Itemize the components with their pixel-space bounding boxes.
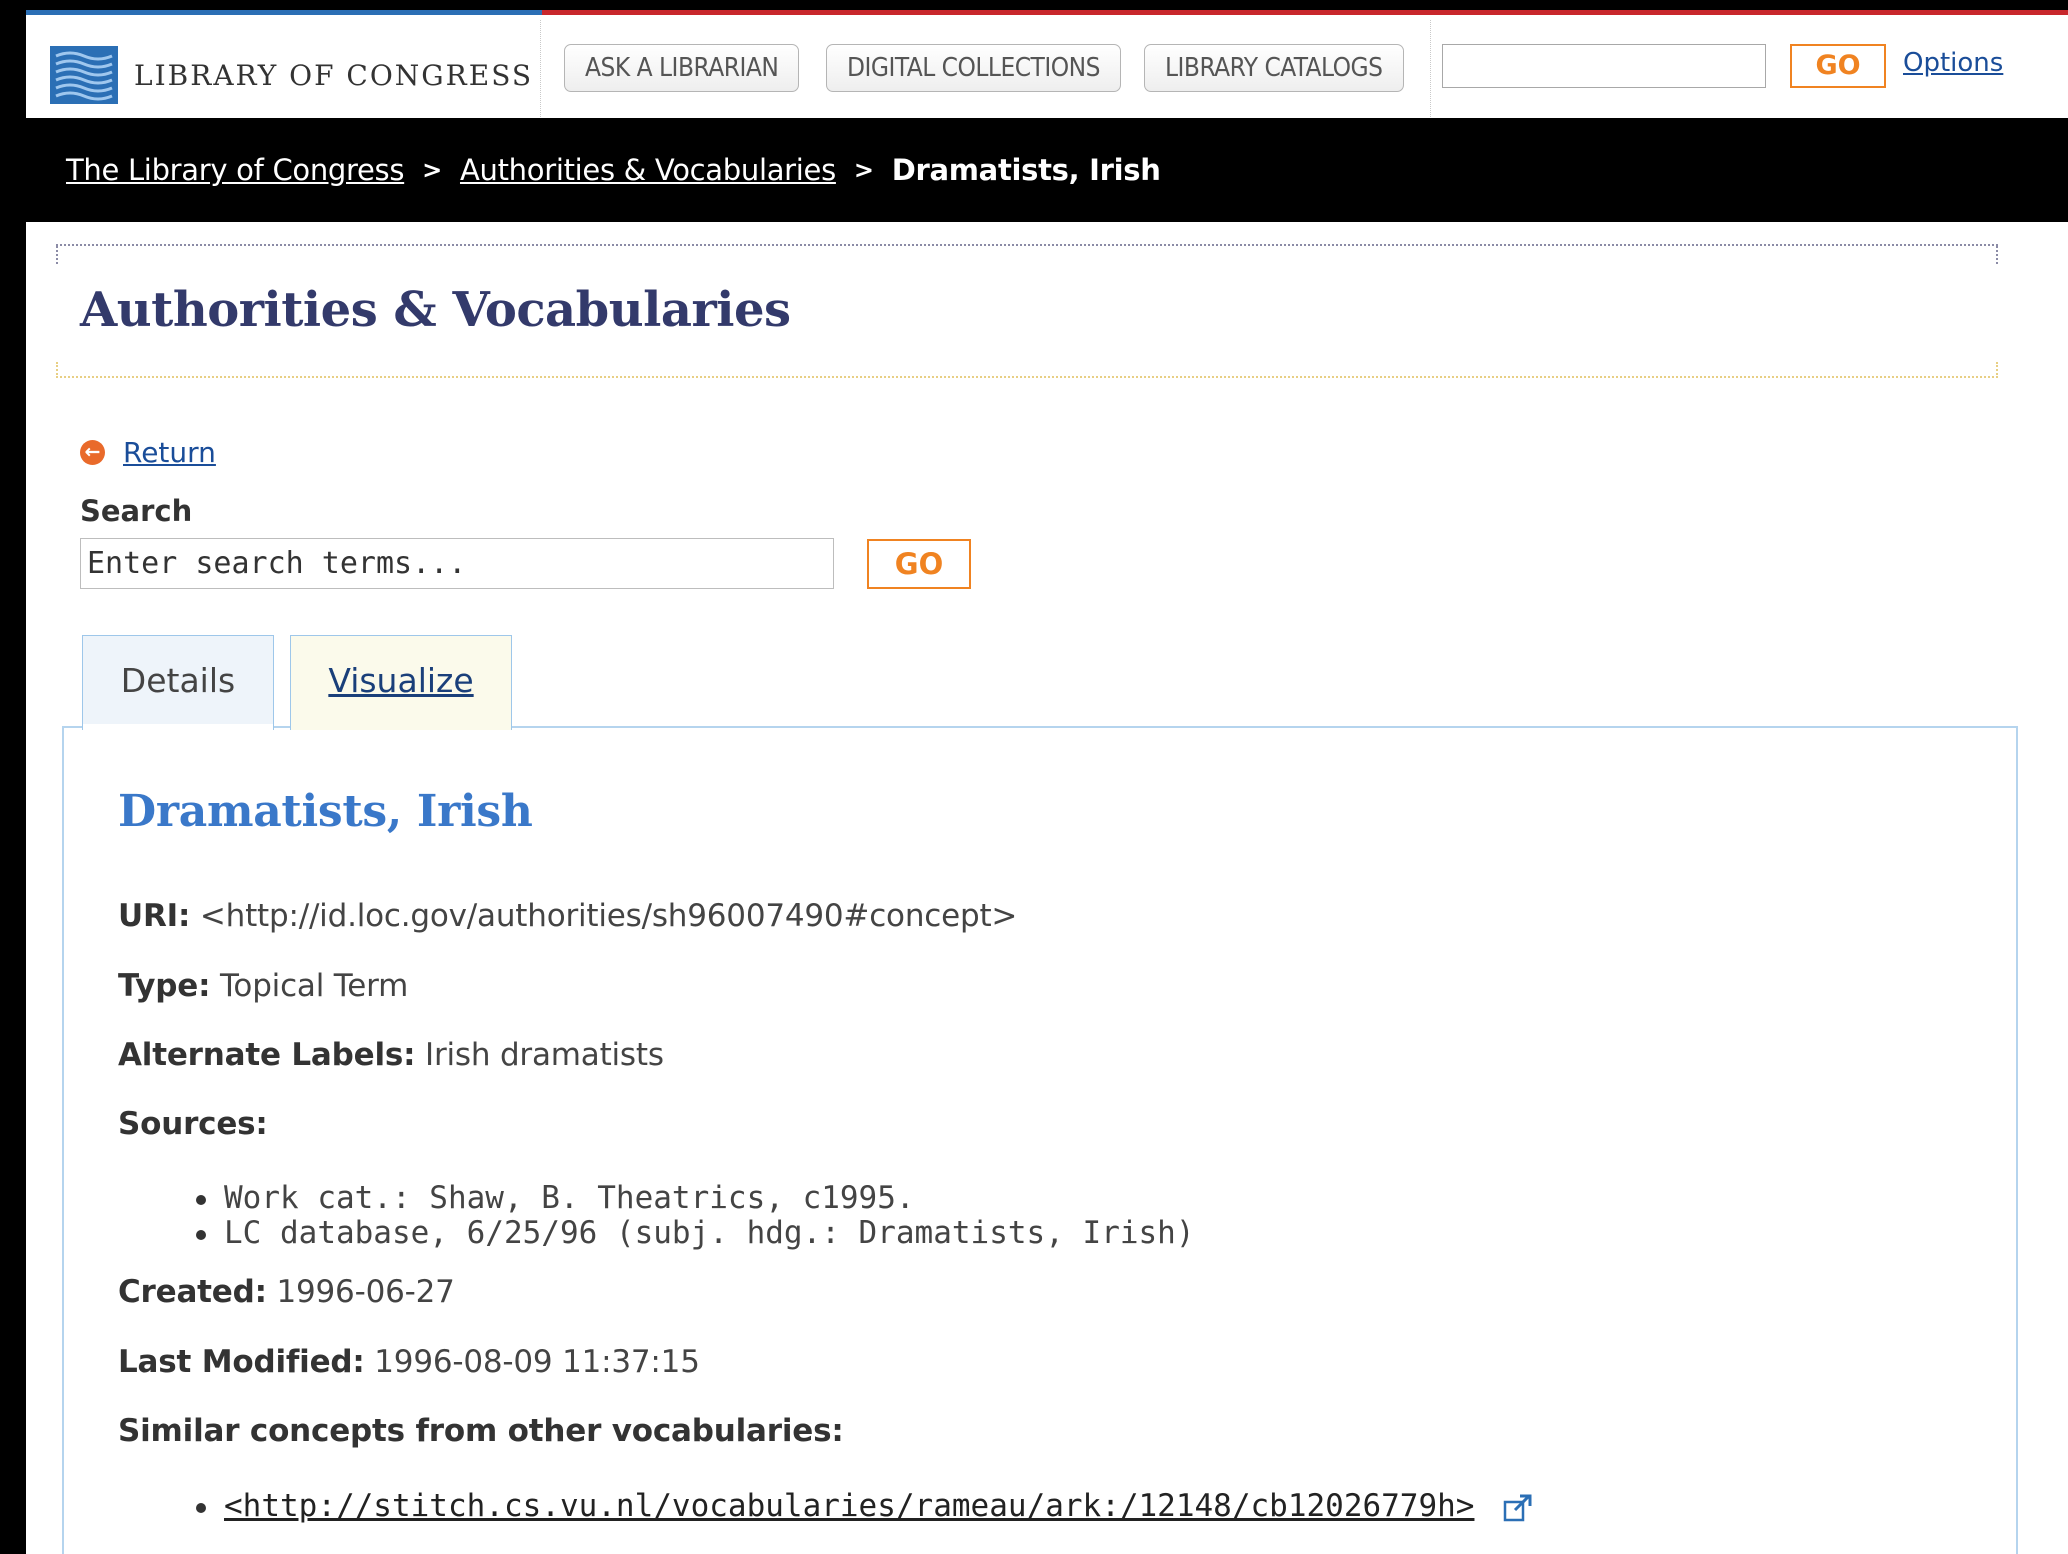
similar-concept-link[interactable]: <http://stitch.cs.vu.nl/vocabularies/ram…: [224, 1488, 1474, 1524]
search-options-link[interactable]: Options: [1903, 48, 2003, 78]
breadcrumb-current: Dramatists, Irish: [891, 153, 1161, 187]
alternate-labels-field: Alternate Labels: Irish dramatists: [118, 1037, 664, 1073]
loc-logo[interactable]: LIBRARY OF CONGRESS: [50, 45, 533, 105]
header-divider: [1430, 20, 1431, 123]
digital-collections-button[interactable]: DIGITAL COLLECTIONS: [826, 44, 1121, 92]
breadcrumb-authorities-link[interactable]: Authorities & Vocabularies: [460, 153, 836, 187]
breadcrumb-home-link[interactable]: The Library of Congress: [66, 153, 404, 187]
last-modified-field: Last Modified: 1996-08-09 11:37:15: [118, 1344, 700, 1380]
header-divider: [540, 20, 541, 123]
return-label: Return: [123, 436, 216, 469]
sources-list: Work cat.: Shaw, B. Theatrics, c1995. LC…: [192, 1181, 1195, 1251]
breadcrumb-separator: >: [422, 156, 442, 184]
sources-label: Sources:: [118, 1106, 268, 1142]
breadcrumb-separator: >: [853, 156, 874, 184]
last-modified-label: Last Modified:: [118, 1344, 365, 1380]
breadcrumb: The Library of Congress > Authorities & …: [26, 118, 2068, 222]
ask-a-librarian-button[interactable]: ASK A LIBRARIAN: [564, 44, 800, 92]
page: LIBRARY OF CONGRESS ASK A LIBRARIAN DIGI…: [26, 10, 2068, 1554]
external-link-icon[interactable]: [1503, 1494, 1533, 1522]
uri-value: <http://id.loc.gov/authorities/sh9600749…: [199, 898, 1018, 934]
vocabulary-search-go-button[interactable]: GO: [867, 539, 971, 589]
page-title-box: Authorities & Vocabularies: [56, 244, 1998, 378]
similar-concepts-field: Similar concepts from other vocabularies…: [118, 1413, 844, 1449]
created-field: Created: 1996-06-27: [118, 1274, 455, 1310]
alternate-labels-label: Alternate Labels:: [118, 1037, 416, 1073]
title-box-corner: [1996, 362, 1998, 378]
tab-visualize[interactable]: Visualize: [290, 635, 512, 730]
site-search-go-button[interactable]: GO: [1790, 44, 1886, 88]
similar-concepts-label: Similar concepts from other vocabularies…: [118, 1413, 844, 1449]
search-label: Search: [80, 494, 193, 528]
type-field: Type: Topical Term: [118, 968, 408, 1004]
uri-field: URI: <http://id.loc.gov/authorities/sh96…: [118, 898, 1017, 934]
sources-field: Sources:: [118, 1106, 268, 1142]
vocabulary-search-input[interactable]: [80, 538, 834, 589]
site-search-input[interactable]: [1442, 44, 1766, 88]
list-item: Work cat.: Shaw, B. Theatrics, c1995.: [192, 1181, 1195, 1216]
flag-icon: [50, 46, 118, 104]
created-value: 1996-06-27: [276, 1274, 455, 1310]
return-arrow-icon: ←: [80, 440, 105, 465]
list-item: LC database, 6/25/96 (subj. hdg.: Dramat…: [192, 1216, 1195, 1251]
last-modified-value: 1996-08-09 11:37:15: [374, 1344, 700, 1380]
return-link[interactable]: ← Return: [80, 436, 216, 469]
page-title: Authorities & Vocabularies: [80, 282, 791, 338]
logo-text: LIBRARY OF CONGRESS: [134, 58, 534, 92]
created-label: Created:: [118, 1274, 267, 1310]
uri-label: URI:: [118, 898, 191, 934]
library-catalogs-button[interactable]: LIBRARY CATALOGS: [1144, 44, 1404, 92]
type-value: Topical Term: [219, 968, 409, 1004]
tab-details[interactable]: Details: [82, 635, 274, 730]
type-label: Type:: [118, 968, 211, 1004]
list-item: <http://stitch.cs.vu.nl/vocabularies/ram…: [192, 1489, 1533, 1524]
alternate-labels-value: Irish dramatists: [425, 1037, 664, 1073]
active-tab-join: [83, 724, 273, 730]
similar-concepts-list: <http://stitch.cs.vu.nl/vocabularies/ram…: [192, 1489, 1533, 1524]
site-header: LIBRARY OF CONGRESS ASK A LIBRARIAN DIGI…: [26, 15, 2068, 123]
title-box-corner: [56, 362, 58, 378]
term-title: Dramatists, Irish: [118, 786, 533, 837]
